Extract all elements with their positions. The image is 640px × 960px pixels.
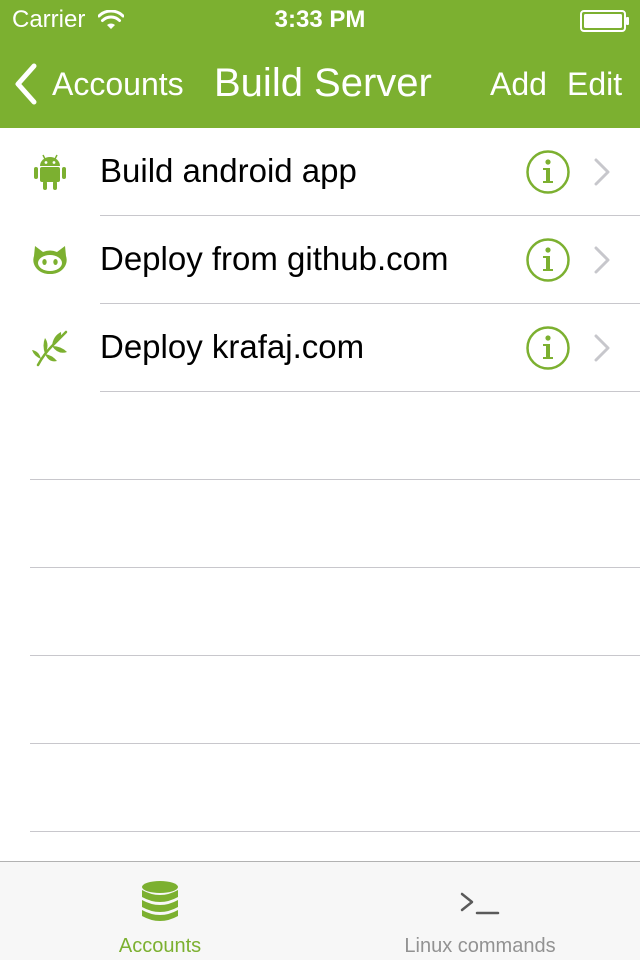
status-time: 3:33 PM [274, 6, 366, 33]
empty-row [0, 744, 640, 832]
empty-row [0, 656, 640, 744]
nav-bar: Accounts Build Server Add Edit [0, 40, 640, 128]
tab-accounts[interactable]: Accounts [0, 862, 320, 960]
list-item-label: Deploy from github.com [100, 240, 449, 277]
empty-row [0, 480, 640, 568]
back-button[interactable]: Accounts [10, 62, 184, 106]
back-label: Accounts [52, 66, 184, 102]
battery-icon [580, 10, 629, 32]
tab-linux-commands[interactable]: Linux commands [320, 862, 640, 960]
page-title: Build Server [214, 61, 432, 105]
list-item[interactable]: Deploy from github.com [0, 216, 640, 304]
android-icon [34, 154, 66, 190]
screen: Carrier 3:33 PM Accounts Build Server Ad… [0, 0, 640, 960]
row-separator [30, 831, 640, 832]
empty-row [0, 392, 640, 480]
leaf-icon [32, 330, 68, 367]
status-bar: Carrier 3:33 PM [0, 0, 640, 40]
tab-label: Linux commands [404, 935, 556, 957]
chevron-right-icon [594, 334, 610, 362]
chevron-left-icon [15, 63, 37, 105]
list-item-label: Build android app [100, 152, 357, 189]
terminal-icon [460, 892, 500, 915]
list-item-label: Deploy krafaj.com [100, 328, 365, 365]
info-icon[interactable] [526, 238, 570, 282]
chevron-right-icon [594, 246, 610, 274]
info-icon[interactable] [526, 326, 570, 370]
add-button[interactable]: Add [490, 64, 547, 104]
github-icon [33, 246, 67, 275]
database-icon [142, 881, 178, 921]
header: Carrier 3:33 PM Accounts Build Server Ad… [0, 0, 640, 128]
info-icon[interactable] [526, 150, 570, 194]
list-item[interactable]: Build android app [0, 128, 640, 216]
tab-label: Accounts [118, 935, 202, 957]
chevron-right-icon [594, 158, 610, 186]
edit-button[interactable]: Edit [567, 64, 622, 104]
empty-row [0, 568, 640, 656]
tab-bar: Accounts Linux commands [0, 861, 640, 960]
build-list: Build android app Deploy from github.com [0, 128, 640, 861]
list-item[interactable]: Deploy krafaj.com [0, 304, 640, 392]
